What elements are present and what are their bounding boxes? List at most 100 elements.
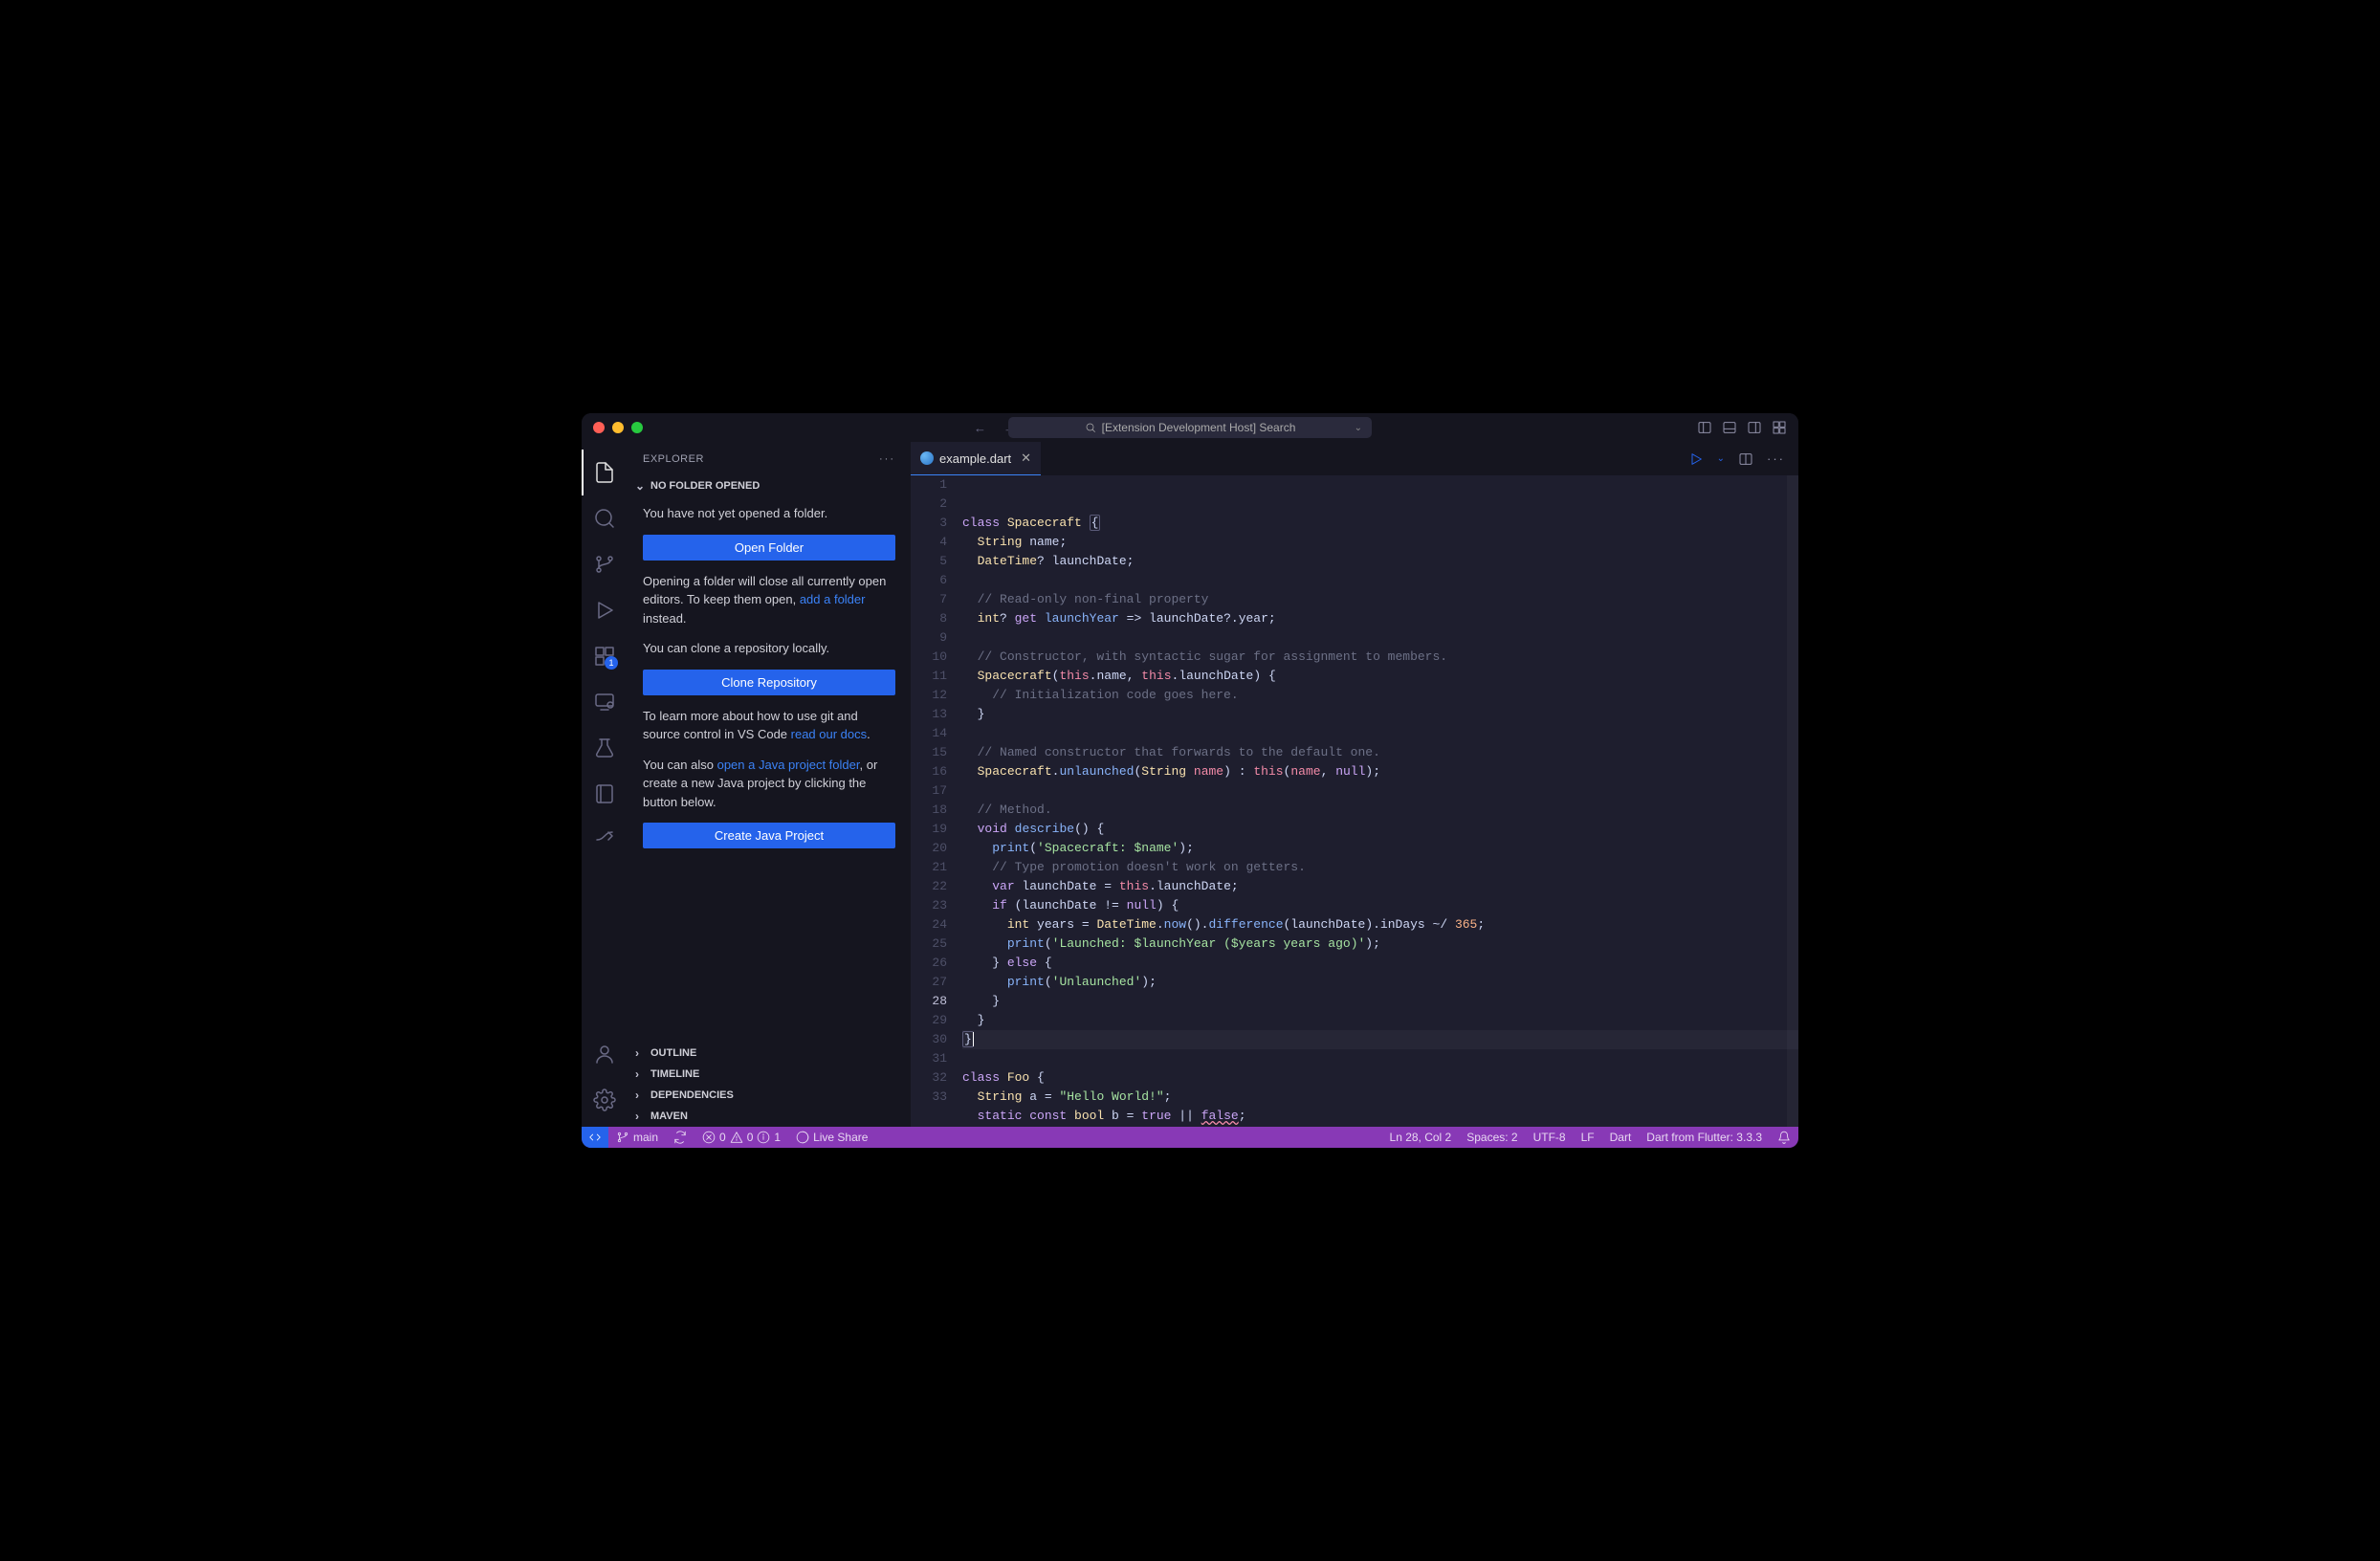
activity-java[interactable]	[582, 771, 628, 817]
editor-tabs: example.dart ✕ ⌄ ···	[911, 442, 1798, 475]
activity-testing[interactable]	[582, 725, 628, 771]
line-number-gutter: 1234567891011121314151617181920212223242…	[911, 475, 962, 1127]
open-java-link[interactable]: open a Java project folder	[717, 758, 860, 772]
run-icon[interactable]	[1688, 451, 1704, 467]
no-folder-label: NO FOLDER OPENED	[650, 480, 760, 492]
activity-settings[interactable]	[582, 1077, 628, 1123]
editor-area: example.dart ✕ ⌄ ··· 1234567891011121314…	[911, 442, 1798, 1127]
remote-icon	[593, 691, 616, 714]
msg-java: You can also open a Java project folder,…	[643, 756, 895, 812]
dart-file-icon	[920, 451, 934, 465]
activity-bottom	[582, 1031, 628, 1123]
sidebar-header: EXPLORER ···	[628, 442, 911, 475]
activity-search[interactable]	[582, 495, 628, 541]
toggle-secondary-sidebar-icon[interactable]	[1747, 420, 1762, 435]
tab-example-dart[interactable]: example.dart ✕	[911, 442, 1041, 475]
chevron-right-icon: ›	[635, 1046, 647, 1060]
sidebar: EXPLORER ··· ⌄ NO FOLDER OPENED You have…	[628, 442, 911, 1127]
status-indent[interactable]: Spaces: 2	[1459, 1131, 1525, 1144]
gear-icon	[593, 1088, 616, 1111]
status-branch[interactable]: main	[608, 1127, 666, 1148]
status-flutter[interactable]: Dart from Flutter: 3.3.3	[1639, 1131, 1770, 1144]
nav-back-icon[interactable]: ←	[974, 421, 986, 435]
git-branch-icon	[593, 553, 616, 576]
chevron-right-icon: ›	[635, 1088, 647, 1102]
msg-learn-git: To learn more about how to use git and s…	[643, 707, 895, 744]
chevron-right-icon: ›	[635, 1067, 647, 1081]
editor[interactable]: 1234567891011121314151617181920212223242…	[911, 475, 1798, 1127]
activity-explorer[interactable]	[582, 450, 628, 495]
section-dependencies[interactable]: › DEPENDENCIES	[628, 1085, 911, 1106]
remote-indicator[interactable]	[582, 1127, 608, 1148]
command-center-search[interactable]: [Extension Development Host] Search ⌄	[1008, 417, 1372, 438]
error-icon	[702, 1131, 716, 1144]
search-placeholder: [Extension Development Host] Search	[1102, 421, 1296, 434]
chevron-down-icon[interactable]: ⌄	[1355, 423, 1362, 433]
activity-share[interactable]	[582, 817, 628, 863]
status-right: Ln 28, Col 2 Spaces: 2 UTF-8 LF Dart Dar…	[1382, 1131, 1798, 1144]
more-actions-icon[interactable]: ···	[1767, 451, 1785, 466]
beaker-icon	[593, 737, 616, 759]
status-language[interactable]: Dart	[1602, 1131, 1640, 1144]
search-icon	[593, 507, 616, 530]
activity-extensions[interactable]: 1	[582, 633, 628, 679]
window-controls	[593, 422, 643, 433]
bell-icon	[1777, 1131, 1791, 1144]
status-eol[interactable]: LF	[1574, 1131, 1602, 1144]
minimize-window-button[interactable]	[612, 422, 624, 433]
vscode-window: ← → [Extension Development Host] Search …	[582, 413, 1798, 1148]
tab-label: example.dart	[939, 451, 1011, 466]
code-content[interactable]: class Spacecraft { String name; DateTime…	[962, 475, 1798, 1127]
debug-icon	[593, 599, 616, 622]
status-sync[interactable]	[666, 1127, 694, 1148]
activity-bar: 1	[582, 442, 628, 1127]
section-maven[interactable]: › MAVEN	[628, 1106, 911, 1127]
msg-no-folder: You have not yet opened a folder.	[643, 504, 895, 523]
read-docs-link[interactable]: read our docs	[791, 727, 868, 741]
statusbar: main 0 0 1 Live Share Ln 28, Col 2 Space…	[582, 1127, 1798, 1148]
extensions-badge: 1	[605, 656, 618, 670]
git-branch-icon	[616, 1131, 629, 1144]
sidebar-body: You have not yet opened a folder. Open F…	[628, 496, 911, 1043]
section-outline[interactable]: › OUTLINE	[628, 1043, 911, 1064]
clone-repository-button[interactable]: Clone Repository	[643, 670, 895, 695]
info-icon	[757, 1131, 770, 1144]
status-encoding[interactable]: UTF-8	[1526, 1131, 1574, 1144]
search-icon	[1085, 422, 1096, 433]
files-icon	[593, 461, 616, 484]
close-icon[interactable]: ✕	[1021, 451, 1031, 466]
toggle-primary-sidebar-icon[interactable]	[1697, 420, 1712, 435]
section-no-folder[interactable]: ⌄ NO FOLDER OPENED	[628, 475, 911, 496]
liveshare-icon	[796, 1131, 809, 1144]
maximize-window-button[interactable]	[631, 422, 643, 433]
chevron-right-icon: ›	[635, 1110, 647, 1123]
activity-accounts[interactable]	[582, 1031, 628, 1077]
warning-icon	[730, 1131, 743, 1144]
close-window-button[interactable]	[593, 422, 605, 433]
status-problems[interactable]: 0 0 1	[694, 1127, 788, 1148]
customize-layout-icon[interactable]	[1772, 420, 1787, 435]
chevron-down-icon[interactable]: ⌄	[1717, 453, 1725, 464]
titlebar: ← → [Extension Development Host] Search …	[582, 413, 1798, 442]
split-editor-icon[interactable]	[1738, 451, 1753, 467]
account-icon	[593, 1043, 616, 1066]
section-timeline[interactable]: › TIMELINE	[628, 1064, 911, 1085]
share-icon	[593, 828, 616, 851]
activity-remote-explorer[interactable]	[582, 679, 628, 725]
status-notifications[interactable]	[1770, 1131, 1798, 1144]
activity-run-debug[interactable]	[582, 587, 628, 633]
book-icon	[593, 782, 616, 805]
create-java-project-button[interactable]: Create Java Project	[643, 823, 895, 848]
add-folder-link[interactable]: add a folder	[800, 592, 866, 606]
activity-source-control[interactable]	[582, 541, 628, 587]
status-liveshare[interactable]: Live Share	[788, 1127, 875, 1148]
main: 1	[582, 442, 1798, 1127]
editor-actions: ⌄ ···	[1688, 442, 1798, 475]
open-folder-button[interactable]: Open Folder	[643, 535, 895, 561]
msg-clone: You can clone a repository locally.	[643, 639, 895, 658]
status-cursor[interactable]: Ln 28, Col 2	[1382, 1131, 1460, 1144]
toggle-panel-icon[interactable]	[1722, 420, 1737, 435]
layout-controls	[1697, 420, 1787, 435]
more-actions-icon[interactable]: ···	[879, 453, 895, 465]
scrollbar[interactable]	[1787, 475, 1798, 1127]
